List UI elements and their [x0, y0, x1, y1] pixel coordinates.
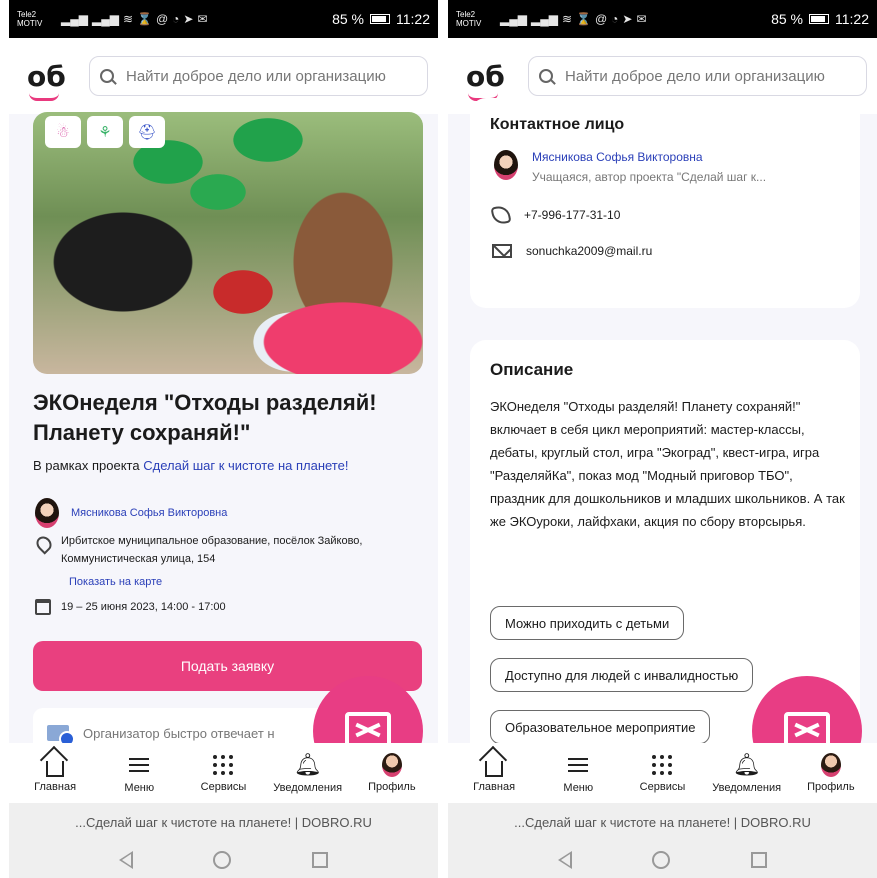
nav-menu[interactable]: Меню	[538, 752, 618, 794]
bell-icon: 🔔︎	[732, 752, 761, 777]
event-photo: ☃ ⚘ ⛑	[33, 112, 423, 374]
contact-person[interactable]: Мясникова Софья Викторовна Учащаяся, авто…	[494, 150, 766, 184]
event-title: ЭКОнеделя "Отходы разделяй! Планету сохр…	[33, 390, 377, 445]
search-input[interactable]: Найти доброе дело или организацию	[528, 56, 867, 96]
home-icon	[485, 761, 504, 777]
contact-name: Мясникова Софья Викторовна	[532, 150, 703, 164]
clock: 11:22	[396, 11, 430, 27]
contact-role: Учащаяся, автор проекта "Сделай шаг к...	[532, 170, 767, 184]
children-icon[interactable]: ☃	[45, 116, 81, 148]
status-bar: Tele2 MOTIV ▂▄▆ ▂▄▆ ≋ ⌛ @ ◔ ➤ ✉ 85 % 11:22	[448, 0, 877, 38]
browser-title-bar: ...Сделай шаг к чистоте на планете! | DO…	[9, 803, 438, 841]
envelope-icon	[492, 244, 512, 258]
system-nav	[9, 841, 438, 878]
home-icon	[46, 761, 65, 777]
carrier: Tele2 MOTIV	[17, 10, 43, 28]
education-cap-icon[interactable]: ⛑	[129, 116, 165, 148]
chip-educational[interactable]: Образовательное мероприятие	[490, 710, 711, 744]
description-text: ЭКОнеделя "Отходы разделяй! Планету сохр…	[490, 399, 845, 529]
grid-icon	[213, 755, 234, 775]
avatar	[494, 150, 518, 180]
nav-home[interactable]: Главная	[454, 753, 534, 793]
battery-icon	[370, 14, 390, 24]
chip-accessible[interactable]: Доступно для людей с инвалидностью	[490, 658, 754, 692]
home-circle-icon[interactable]	[213, 850, 232, 869]
phone-icon	[490, 204, 512, 226]
ecology-sprout-icon[interactable]: ⚘	[87, 116, 123, 148]
calendar-icon	[35, 599, 51, 615]
description-heading: Описание	[490, 360, 574, 379]
nav-services[interactable]: Сервисы	[622, 753, 702, 793]
recents-icon[interactable]	[750, 851, 767, 868]
bottom-nav: Главная Меню Сервисы 🔔︎ Уведомления Профи…	[448, 743, 877, 803]
date-row: 19 – 25 июня 2023, 14:00 - 17:00	[35, 599, 226, 615]
logo[interactable]: об	[466, 60, 510, 101]
nav-profile[interactable]: Профиль	[352, 753, 432, 793]
project-line: В рамках проекта Сделай шаг к чистоте на…	[33, 458, 349, 473]
nav-menu[interactable]: Меню	[99, 752, 179, 794]
mail-check-icon	[47, 725, 75, 747]
nav-notifications[interactable]: 🔔︎ Уведомления	[707, 752, 787, 794]
home-circle-icon[interactable]	[652, 850, 671, 869]
chip-with-children[interactable]: Можно приходить с детьми	[490, 606, 685, 640]
back-icon[interactable]	[119, 850, 134, 869]
search-icon	[100, 69, 114, 83]
signal-icons: ▂▄▆ ▂▄▆ ≋ ⌛ @ ◔ ➤ ✉	[61, 12, 208, 26]
browser-title-bar: ...Сделай шаг к чистоте на планете! | DO…	[448, 803, 877, 841]
contact-card: Контактное лицо Мясникова Софья Викторов…	[470, 98, 860, 308]
menu-icon	[568, 758, 589, 772]
nav-notifications[interactable]: 🔔︎ Уведомления	[268, 752, 348, 794]
bell-icon: 🔔︎	[293, 752, 322, 777]
search-input[interactable]: Найти доброе дело или организацию	[89, 56, 428, 96]
bottom-nav: Главная Меню Сервисы 🔔︎ Уведомления Профи…	[9, 743, 438, 803]
nav-profile[interactable]: Профиль	[791, 753, 871, 793]
battery-percent: 85 %	[771, 11, 803, 27]
signal-icons: ▂▄▆ ▂▄▆ ≋ ⌛ @ ◔ ➤ ✉	[500, 12, 647, 26]
nav-home[interactable]: Главная	[15, 753, 95, 793]
left-screen: Tele2 MOTIV ▂▄▆ ▂▄▆ ≋ ⌛ @ ◔ ➤ ✉ 85 % 11:22 об Най…	[9, 0, 438, 878]
recents-icon[interactable]	[311, 851, 328, 868]
logo[interactable]: об	[27, 60, 71, 101]
category-tags: ☃ ⚘ ⛑	[45, 116, 165, 148]
battery-percent: 85 %	[332, 11, 364, 27]
nav-services[interactable]: Сервисы	[183, 753, 263, 793]
right-screen: Tele2 MOTIV ▂▄▆ ▂▄▆ ≋ ⌛ @ ◔ ➤ ✉ 85 % 11:22 об Най…	[448, 0, 877, 878]
organizer-row[interactable]: Мясникова Софья Викторовна	[35, 498, 227, 528]
project-link[interactable]: Сделай шаг к чистоте на планете!	[143, 458, 348, 473]
grid-icon	[652, 755, 673, 775]
carrier: Tele2 MOTIV	[456, 10, 482, 28]
address-row: Ирбитское муниципальное образование, пос…	[33, 532, 415, 568]
system-nav	[448, 841, 877, 878]
contact-phone[interactable]: +7-996-177-31-10	[490, 204, 620, 226]
status-bar: Tele2 MOTIV ▂▄▆ ▂▄▆ ≋ ⌛ @ ◔ ➤ ✉ 85 % 11:22	[9, 0, 438, 38]
show-on-map-link[interactable]: Показать на карте	[69, 576, 162, 588]
back-icon[interactable]	[558, 850, 573, 869]
avatar	[35, 498, 59, 528]
app-header: об Найти доброе дело или организацию	[9, 38, 438, 114]
location-pin-icon	[33, 533, 55, 555]
menu-icon	[129, 758, 150, 772]
profile-avatar	[381, 753, 402, 777]
clock: 11:22	[835, 11, 869, 27]
contact-email[interactable]: sonuchka2009@mail.ru	[492, 244, 652, 258]
search-icon	[539, 69, 553, 83]
profile-avatar	[820, 753, 841, 777]
battery-icon	[809, 14, 829, 24]
contact-heading: Контактное лицо	[490, 116, 625, 133]
